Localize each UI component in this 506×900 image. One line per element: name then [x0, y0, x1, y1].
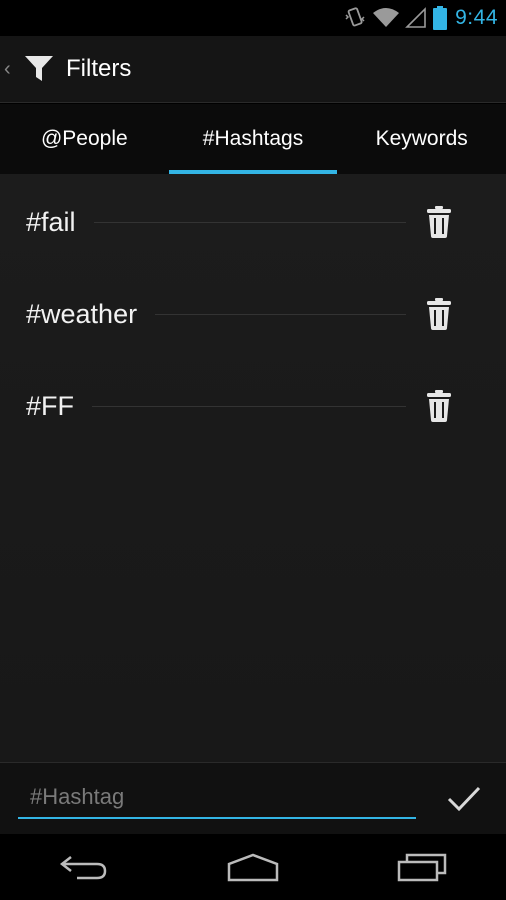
add-filter-bar: [0, 762, 506, 835]
back-arrow-icon: [60, 856, 107, 880]
wifi-icon: [373, 7, 400, 29]
trash-icon[interactable]: [426, 294, 488, 334]
system-nav-bar: [0, 834, 506, 900]
action-bar: ‹ Filters: [0, 36, 506, 103]
tab-keywords[interactable]: Keywords: [337, 104, 506, 174]
list-item: #weather: [0, 268, 506, 360]
trash-icon[interactable]: [426, 202, 488, 242]
battery-icon: [433, 6, 448, 30]
page-title: Filters: [66, 55, 132, 82]
tab-bar: @People #Hashtags Keywords: [0, 104, 506, 174]
status-bar: 9:44: [0, 0, 506, 36]
filter-label: #FF: [26, 390, 75, 421]
trash-icon[interactable]: [426, 386, 488, 426]
divider: [93, 221, 406, 223]
filter-label: #fail: [26, 206, 76, 237]
recent-apps-button[interactable]: [382, 842, 462, 892]
divider: [155, 313, 406, 315]
home-icon: [227, 853, 279, 882]
list-item: #FF: [0, 360, 506, 452]
filter-list: #fail #weather #FF: [0, 174, 506, 762]
checkmark-icon: [447, 786, 481, 812]
divider: [92, 405, 406, 407]
vibrate-icon: [343, 6, 367, 30]
hashtag-input[interactable]: [18, 777, 416, 819]
filter-funnel-icon[interactable]: [24, 55, 54, 83]
up-caret-icon[interactable]: ‹: [4, 58, 18, 81]
signal-icon: [405, 7, 427, 29]
home-button[interactable]: [213, 842, 293, 892]
tab-hashtags[interactable]: #Hashtags: [168, 104, 338, 174]
filter-label: #weather: [26, 298, 138, 329]
back-button[interactable]: [44, 842, 124, 892]
confirm-button[interactable]: [440, 777, 488, 821]
status-clock: 9:44: [455, 6, 498, 29]
recent-apps-icon: [397, 853, 446, 882]
list-item: #fail: [0, 176, 506, 268]
tab-people[interactable]: @People: [0, 104, 169, 174]
